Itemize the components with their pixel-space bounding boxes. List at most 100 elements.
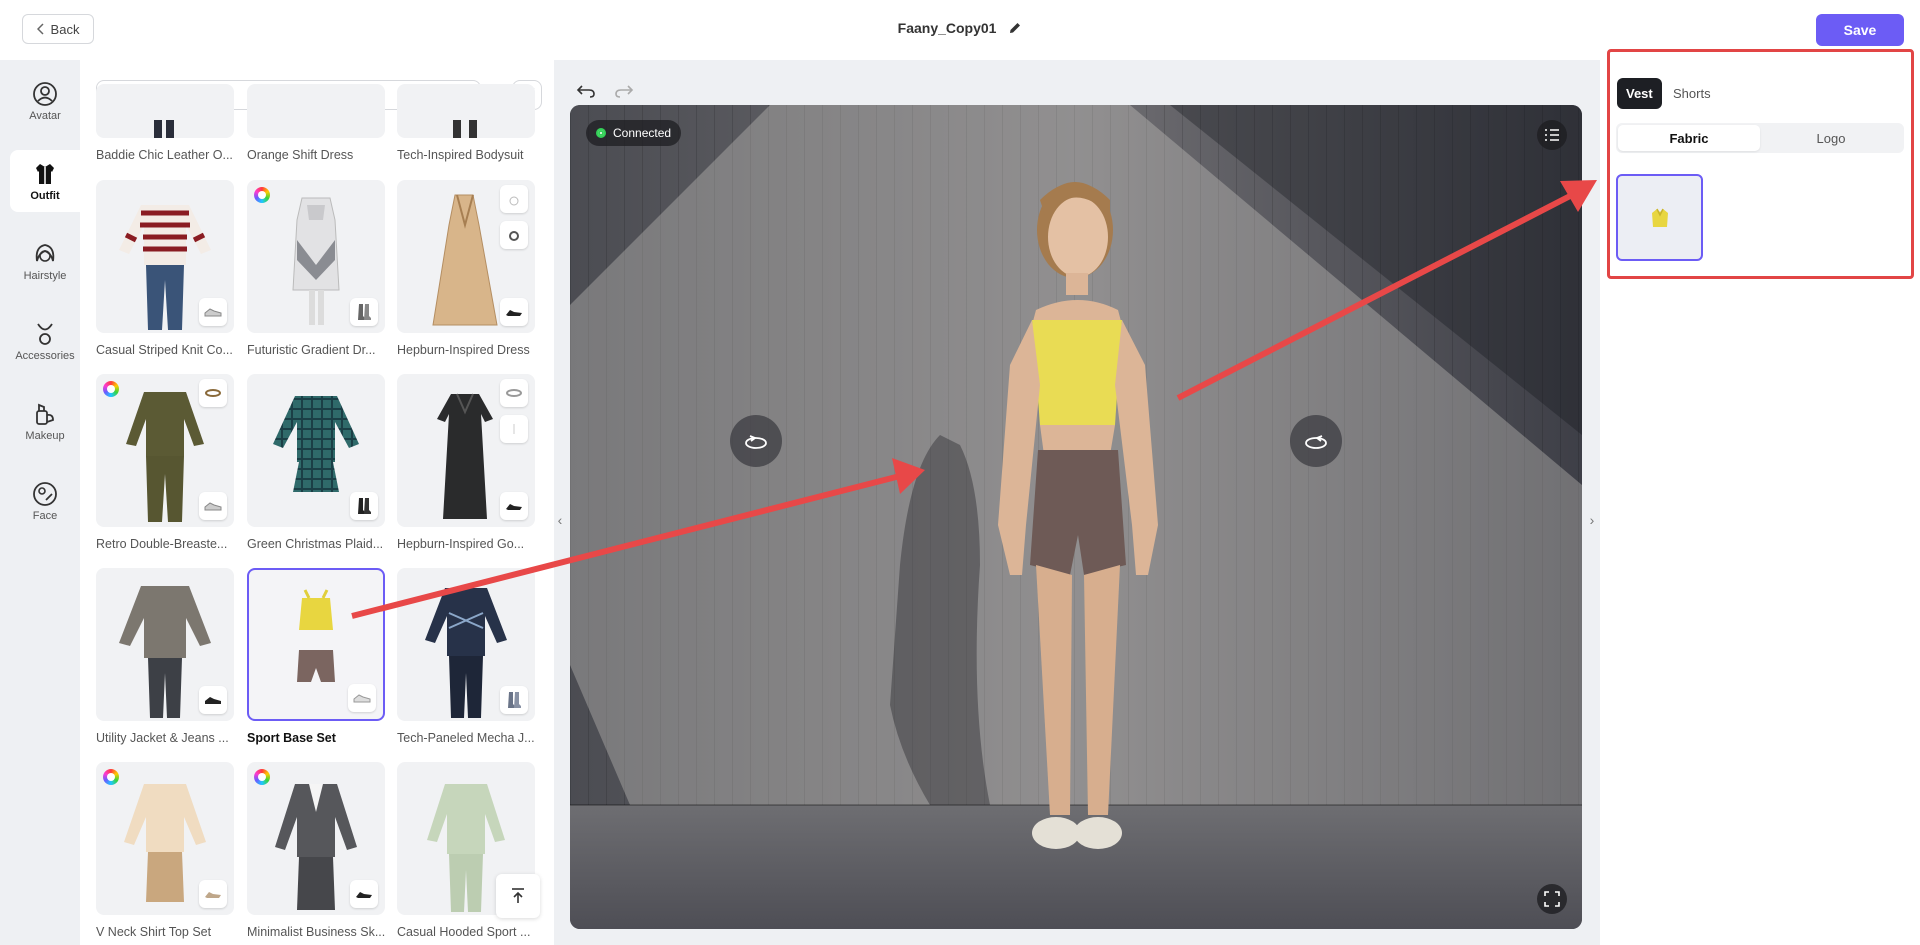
outfit-card-hepburn-gown[interactable] — [397, 374, 535, 527]
vest-thumbnail-icon — [1651, 208, 1668, 227]
outfit-card-orange-shift[interactable] — [247, 84, 385, 138]
left-nav: Avatar Outfit Hairstyle Accessories Make… — [0, 60, 80, 945]
earring-thumbnail[interactable] — [500, 185, 528, 213]
shoe-thumbnail[interactable] — [199, 686, 227, 714]
page-title: Faany_Copy01 — [897, 20, 997, 36]
outfit-name: Tech-Inspired Bodysuit — [397, 148, 524, 162]
earring-thumbnail[interactable] — [500, 415, 528, 443]
shoe-thumbnail[interactable] — [348, 684, 376, 712]
page-title-wrap: Faany_Copy01 — [0, 20, 1920, 38]
shoe-thumbnail[interactable] — [350, 880, 378, 908]
boots-thumbnail[interactable] — [500, 686, 528, 714]
nav-item-makeup[interactable]: Makeup — [10, 390, 80, 452]
outfit-name: Green Christmas Plaid... — [247, 537, 384, 551]
pencil-icon[interactable] — [1008, 21, 1022, 38]
outfit-name: Retro Double-Breaste... — [96, 537, 228, 551]
earring-icon — [513, 424, 515, 434]
nav-item-accessories[interactable]: Accessories — [10, 310, 80, 372]
rotate-right-icon — [1305, 435, 1327, 449]
fullscreen-button[interactable] — [1537, 884, 1567, 914]
outfit-card-casual-striped[interactable] — [96, 180, 234, 333]
outfit-icon — [36, 163, 54, 184]
material-segmented-control: Fabric Logo — [1616, 123, 1904, 153]
arrow-up-icon — [512, 888, 524, 903]
top-bar: Back Faany_Copy01 Save — [0, 0, 1920, 60]
boots-icon — [508, 692, 521, 708]
boots-thumbnail[interactable] — [350, 492, 378, 520]
bracelet-thumbnail[interactable] — [500, 379, 528, 407]
boots-thumbnail[interactable] — [350, 298, 378, 326]
heels-icon — [356, 892, 372, 898]
bracelet-icon — [205, 389, 221, 397]
outfit-card-retro-double-breasted[interactable] — [96, 374, 234, 527]
tab-fabric[interactable]: Fabric — [1618, 125, 1760, 151]
nav-item-face[interactable]: Face — [10, 470, 80, 532]
status-dot-icon — [596, 128, 606, 138]
heels-icon — [506, 504, 522, 510]
rotate-left-icon — [745, 435, 767, 449]
fullscreen-icon — [1544, 891, 1560, 907]
shoe-thumbnail[interactable] — [199, 298, 227, 326]
outfit-card-utility-jacket[interactable] — [96, 568, 234, 721]
back-label: Back — [50, 21, 80, 37]
outfit-panel: Baddie Chic Leather O... Orange Shift Dr… — [80, 60, 554, 945]
rotate-left-button[interactable] — [730, 415, 782, 467]
part-tab-shorts[interactable]: Shorts — [1664, 78, 1720, 109]
shoe-thumbnail[interactable] — [500, 492, 528, 520]
outfit-name: Casual Hooded Sport ... — [397, 925, 531, 939]
outfit-card-tech-bodysuit[interactable] — [397, 84, 535, 138]
rotate-right-button[interactable] — [1290, 415, 1342, 467]
undo-button[interactable] — [574, 78, 598, 102]
collapse-right-handle[interactable]: › — [1586, 470, 1598, 570]
nav-label: Makeup — [25, 429, 65, 442]
undo-icon — [576, 85, 595, 98]
outfit-name: Orange Shift Dress — [247, 148, 354, 162]
outfit-name: Tech-Paneled Mecha J... — [397, 731, 535, 745]
shoe-thumbnail[interactable] — [500, 298, 528, 326]
earring-icon — [509, 196, 519, 206]
outfit-card-green-christmas-plaid[interactable] — [247, 374, 385, 527]
collapse-left-handle[interactable]: ‹ — [554, 470, 566, 570]
nav-item-avatar[interactable]: Avatar — [10, 70, 80, 132]
shoe-thumbnail[interactable] — [199, 880, 227, 908]
nav-item-outfit[interactable]: Outfit — [10, 150, 80, 212]
outfit-name: Hepburn-Inspired Dress — [397, 343, 530, 357]
customize-panel: Vest Shorts Fabric Logo — [1600, 49, 1920, 945]
accessories-icon — [37, 322, 53, 345]
shoe-thumbnail[interactable] — [199, 492, 227, 520]
makeup-icon — [36, 403, 54, 425]
outfit-card-hepburn-dress[interactable] — [397, 180, 535, 333]
nav-label: Avatar — [29, 109, 61, 122]
fabric-swatch[interactable] — [1616, 174, 1703, 261]
back-to-top-button[interactable] — [496, 874, 540, 918]
tab-logo[interactable]: Logo — [1760, 125, 1902, 151]
outfit-card-futuristic-gradient[interactable] — [247, 180, 385, 333]
accessory-thumbnail[interactable] — [500, 221, 528, 249]
outfit-card-minimalist-business[interactable] — [247, 762, 385, 915]
outfit-card-v-neck-shirt[interactable] — [96, 762, 234, 915]
ring-icon — [509, 231, 519, 241]
outfit-card-tech-paneled-mecha[interactable] — [397, 568, 535, 721]
viewport-area: ‹ › Connected — [554, 60, 1600, 945]
nav-item-hairstyle[interactable]: Hairstyle — [10, 230, 80, 292]
redo-icon — [615, 85, 634, 98]
avatar-scene — [570, 105, 1582, 929]
redo-button[interactable] — [612, 78, 636, 102]
shoe-icon — [205, 697, 221, 704]
back-button[interactable]: Back — [22, 14, 94, 44]
outfit-card-sport-base-set[interactable] — [247, 568, 385, 721]
part-tab-vest[interactable]: Vest — [1617, 78, 1662, 109]
outfit-card-baddie-chic[interactable] — [96, 84, 234, 138]
3d-viewport[interactable]: Connected — [570, 105, 1582, 929]
shoe-icon — [204, 502, 222, 511]
layers-list-button[interactable] — [1537, 120, 1567, 150]
nav-label: Face — [32, 509, 58, 522]
outfit-name: Minimalist Business Sk... — [247, 925, 386, 939]
outfit-name: Utility Jacket & Jeans ... — [96, 731, 229, 745]
boots-icon — [358, 304, 371, 320]
heels-icon — [205, 892, 221, 898]
outfit-name: Hepburn-Inspired Go... — [397, 537, 525, 551]
outfit-name: Futuristic Gradient Dr... — [247, 343, 376, 357]
bracelet-thumbnail[interactable] — [199, 379, 227, 407]
save-button[interactable]: Save — [1816, 14, 1904, 46]
